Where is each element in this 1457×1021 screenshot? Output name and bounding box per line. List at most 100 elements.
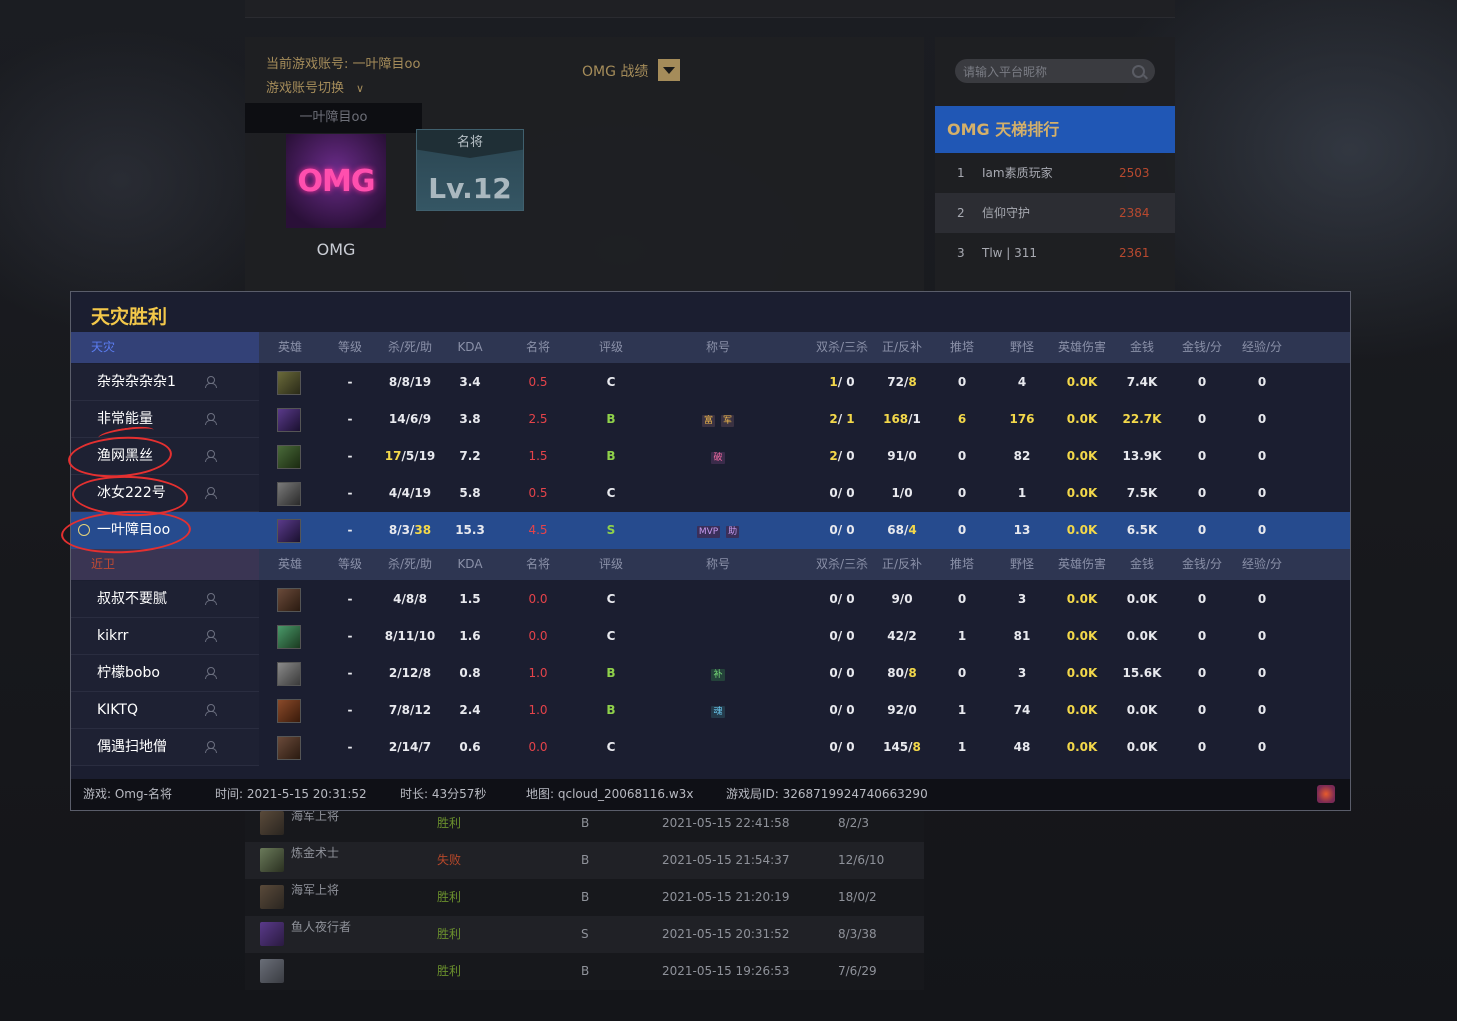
history-hero: 炼金术士 bbox=[291, 846, 340, 860]
player-exp-per-min: 0 bbox=[1257, 449, 1267, 463]
column-header: 评级 bbox=[598, 557, 623, 571]
player-exp-per-min: 0 bbox=[1257, 629, 1267, 643]
player-exp-per-min: 0 bbox=[1257, 412, 1267, 426]
player-exp-per-min: 0 bbox=[1257, 666, 1267, 680]
level-badge: 名将 Lv.12 bbox=[416, 129, 524, 211]
omg-record-label[interactable]: OMG 战绩 bbox=[582, 61, 648, 81]
footer-game-id: 游戏局ID: 3268719924740663290 bbox=[726, 787, 928, 801]
avatar-name: OMG bbox=[316, 240, 356, 259]
player-grade: B bbox=[606, 449, 616, 463]
player-name[interactable]: kikrr bbox=[97, 618, 128, 655]
footer-time: 时间: 2021-5-15 20:31:52 bbox=[215, 787, 367, 801]
player-grade: C bbox=[606, 592, 616, 606]
history-row[interactable]: 炼金术士 失败 B 2021-05-15 21:54:37 12/6/10 bbox=[245, 842, 924, 879]
account-switch-label: 游戏账号切换 bbox=[266, 81, 345, 96]
rank-row[interactable]: 1 Iam素质玩家 2503 bbox=[935, 153, 1175, 193]
history-kda: 18/0/2 bbox=[838, 890, 877, 904]
column-header: 评级 bbox=[598, 340, 623, 354]
player-row[interactable]: 非常能量 -14/6/9 3.8 2.5 B 富军 2/ 1 168/1 6 176 0.0K 22.… bbox=[71, 401, 1350, 438]
add-friend-icon[interactable] bbox=[205, 450, 217, 462]
hero-icon bbox=[277, 736, 301, 760]
add-friend-icon[interactable] bbox=[205, 667, 217, 679]
column-header: 称号 bbox=[705, 340, 730, 354]
rank-name: 信仰守护 bbox=[982, 206, 1031, 220]
hero-icon bbox=[277, 519, 301, 543]
player-mingjiang: 1.0 bbox=[528, 703, 548, 717]
match-history-list: 海军上将 胜利 B 2021-05-15 22:41:58 8/2/3 炼金术士… bbox=[245, 805, 924, 990]
history-row[interactable]: 鱼人夜行者 胜利 S 2021-05-15 20:31:52 8/3/38 bbox=[245, 916, 924, 953]
match-result-modal: 天灾胜利 天灾 英雄 等级 杀/死/助 KDA 名将 评级 称号 双杀/三杀 正/反补 推塔 野怪 英雄… bbox=[70, 291, 1351, 811]
player-exp-per-min: 0 bbox=[1257, 486, 1267, 500]
player-row[interactable]: 偶遇扫地僧 -2/14/7 0.6 0.0 C 0/ 0 145/8 1 48 0.0K 0.0K 0… bbox=[71, 729, 1350, 766]
ladder-title: OMG 天梯排行 bbox=[935, 106, 1175, 153]
footer-map: 地图: qcloud_20068116.w3x bbox=[526, 787, 694, 801]
search-input[interactable] bbox=[961, 59, 1125, 85]
profile-panel: 当前游戏账号: 一叶障目oo 游戏账号切换 ∨ 一叶障目oo OMG 战绩 OMG… bbox=[245, 37, 924, 293]
player-row[interactable]: kikrr -8/11/10 1.6 0.0 C 0/ 0 42/2 1 81 0.0K 0.0K 0… bbox=[71, 618, 1350, 655]
add-friend-icon[interactable] bbox=[205, 413, 217, 425]
rank-number: 2 bbox=[957, 206, 965, 220]
rank-score: 2503 bbox=[1119, 166, 1150, 180]
player-row[interactable]: 杂杂杂杂杂1-8/8/19 3.4 0.5 C 1/ 0 72/8 0 4 0.0K 7.4K 0 0 bbox=[71, 364, 1350, 401]
history-rating: B bbox=[581, 964, 590, 978]
top-bar bbox=[245, 0, 1175, 18]
player-row[interactable]: 一叶障目oo -8/3/38 15.3 4.5 S MVP 助 0/ 0 68/4 0 13 0.0K… bbox=[71, 512, 1350, 549]
player-mingjiang: 4.5 bbox=[528, 523, 548, 537]
rank-score: 2361 bbox=[1119, 246, 1150, 260]
player-name[interactable]: 柠檬bobo bbox=[97, 655, 160, 692]
add-friend-icon[interactable] bbox=[205, 741, 217, 753]
column-header: 双杀/三杀 bbox=[815, 557, 869, 571]
footer-game: 游戏: Omg-名将 bbox=[83, 787, 172, 801]
player-titles: 富军 bbox=[678, 401, 758, 438]
badge-level: Lv.12 bbox=[428, 172, 512, 205]
column-header: 推塔 bbox=[949, 340, 974, 354]
player-row[interactable]: 冰女222号 -4/4/19 5.8 0.5 C 0/ 0 1/0 0 1 0.0K 7.5K 0 0 bbox=[71, 475, 1350, 512]
player-exp-per-min: 0 bbox=[1257, 523, 1267, 537]
player-row[interactable]: 柠檬bobo -2/12/8 0.8 1.0 B 补 0/ 0 80/8 0 3 0.0K 15.6K… bbox=[71, 655, 1350, 692]
hero-icon bbox=[277, 588, 301, 612]
column-header: 金钱/分 bbox=[1181, 340, 1223, 354]
team-vigil-label: 近卫 bbox=[71, 549, 259, 580]
column-header: 英雄 bbox=[277, 340, 302, 354]
player-grade: S bbox=[606, 523, 616, 537]
player-name[interactable]: 杂杂杂杂杂1 bbox=[97, 364, 176, 401]
record-dropdown-button[interactable] bbox=[658, 59, 680, 81]
player-name[interactable]: 偶遇扫地僧 bbox=[97, 729, 167, 766]
column-header: 英雄 bbox=[277, 557, 302, 571]
add-friend-icon[interactable] bbox=[205, 630, 217, 642]
column-header: KDA bbox=[457, 557, 483, 571]
history-kda: 7/6/29 bbox=[838, 964, 877, 978]
column-header: 经验/分 bbox=[1241, 557, 1283, 571]
add-friend-icon[interactable] bbox=[205, 593, 217, 605]
player-titles: 补 bbox=[678, 655, 758, 692]
game-logo-icon bbox=[1317, 785, 1335, 803]
player-name-cell: 叔叔不要腻 bbox=[71, 581, 259, 618]
history-result: 胜利 bbox=[437, 964, 462, 978]
column-header: 杀/死/助 bbox=[387, 340, 433, 354]
player-row[interactable]: 叔叔不要腻 -4/8/8 1.5 0.0 C 0/ 0 9/0 0 3 0.0K 0.0K 0 0 bbox=[71, 581, 1350, 618]
add-friend-icon[interactable] bbox=[205, 487, 217, 499]
rank-name: Tlw | 311 bbox=[982, 246, 1038, 260]
column-header: 经验/分 bbox=[1241, 340, 1283, 354]
rank-row[interactable]: 3 Tlw | 311 2361 bbox=[935, 233, 1175, 273]
player-mingjiang: 1.0 bbox=[528, 666, 548, 680]
hero-icon bbox=[260, 922, 284, 946]
account-switch[interactable]: 游戏账号切换 ∨ bbox=[266, 77, 364, 96]
account-dropdown-option[interactable]: 一叶障目oo bbox=[245, 103, 422, 133]
player-row[interactable]: KIKTQ -7/8/12 2.4 1.0 B 魂 0/ 0 92/0 1 74 0.0K 0.0K 0… bbox=[71, 692, 1350, 729]
history-row[interactable]: 胜利 B 2021-05-15 19:26:53 7/6/29 bbox=[245, 953, 924, 990]
player-grade: C bbox=[606, 740, 616, 754]
add-friend-icon[interactable] bbox=[205, 376, 217, 388]
player-titles: 破 bbox=[678, 438, 758, 475]
ladder-panel: OMG 天梯排行 1 Iam素质玩家 2503 2 信仰守护 2384 3 Tl… bbox=[935, 37, 1175, 293]
player-row[interactable]: 渔网黑丝 -17/5/19 7.2 1.5 B 破 2/ 0 91/0 0 82 0.0K 13.9K… bbox=[71, 438, 1350, 475]
player-grade: C bbox=[606, 486, 616, 500]
player-name[interactable]: 叔叔不要腻 bbox=[97, 581, 167, 618]
history-date: 2021-05-15 20:31:52 bbox=[662, 927, 790, 941]
player-name[interactable]: KIKTQ bbox=[97, 692, 138, 729]
search-icon[interactable] bbox=[1132, 65, 1145, 78]
table-header: 近卫 英雄 等级 杀/死/助 KDA 名将 评级 称号 双杀/三杀 正/反补 推塔 野怪 英雄伤害 金钱 金… bbox=[71, 549, 1350, 580]
title-tag: 破 bbox=[711, 452, 725, 464]
add-friend-icon[interactable] bbox=[205, 704, 217, 716]
rank-row[interactable]: 2 信仰守护 2384 bbox=[935, 193, 1175, 233]
